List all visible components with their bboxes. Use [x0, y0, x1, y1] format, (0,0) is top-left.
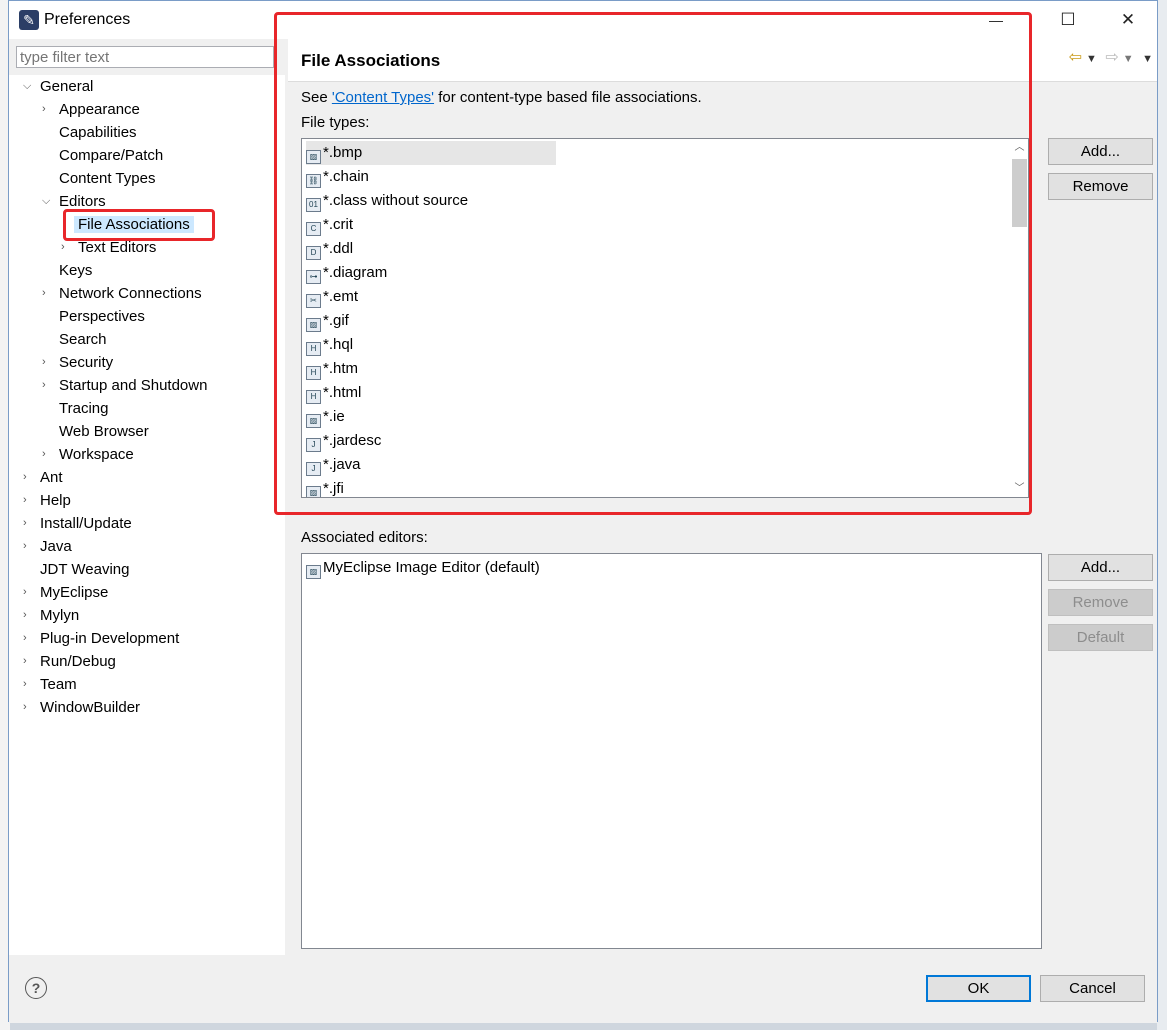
- chevron-right-icon[interactable]: ›: [42, 351, 52, 374]
- tree-item-search[interactable]: Search: [59, 328, 107, 351]
- chevron-right-icon[interactable]: ›: [42, 282, 52, 305]
- chevron-right-icon[interactable]: ›: [23, 650, 33, 673]
- window-title: Preferences: [44, 11, 131, 28]
- tree-item-web-browser[interactable]: Web Browser: [59, 420, 149, 443]
- chevron-right-icon[interactable]: ›: [23, 696, 33, 719]
- tree-item-compare-patch[interactable]: Compare/Patch: [59, 144, 163, 167]
- file-type-add-button[interactable]: Add...: [1048, 138, 1153, 165]
- chevron-right-icon[interactable]: ›: [23, 673, 33, 696]
- cancel-button[interactable]: Cancel: [1040, 975, 1145, 1002]
- editor-remove-button[interactable]: Remove: [1048, 589, 1153, 616]
- tree-item-tracing[interactable]: Tracing: [59, 397, 108, 420]
- chevron-right-icon[interactable]: ›: [23, 627, 33, 650]
- ok-button[interactable]: OK: [926, 975, 1031, 1002]
- tree-item-content-types[interactable]: Content Types: [59, 167, 155, 190]
- tree-item-perspectives[interactable]: Perspectives: [59, 305, 145, 328]
- dialog-footer: ? OK Cancel: [9, 959, 1157, 1023]
- editor-default-button[interactable]: Default: [1048, 624, 1153, 651]
- maximize-button[interactable]: ☐: [1045, 1, 1091, 39]
- annotation-box-tree-item: [63, 209, 215, 241]
- associated-editors-list[interactable]: ▨ MyEclipse Image Editor (default): [301, 553, 1042, 949]
- forward-arrow-icon[interactable]: ⇨: [1105, 47, 1118, 67]
- background-app-strip-right: [1157, 0, 1167, 1030]
- eclipse-app-icon: ✎: [19, 10, 39, 30]
- chevron-right-icon[interactable]: ›: [42, 443, 52, 466]
- tree-item-keys[interactable]: Keys: [59, 259, 92, 282]
- image-editor-icon: ▨: [306, 565, 321, 579]
- view-menu-icon[interactable]: ▼: [1142, 53, 1153, 65]
- chevron-down-icon[interactable]: ⌵: [42, 190, 52, 213]
- chevron-right-icon[interactable]: ›: [42, 98, 52, 121]
- tree-item-capabilities[interactable]: Capabilities: [59, 121, 137, 144]
- tree-item-jdt-weaving[interactable]: JDT Weaving: [40, 558, 129, 581]
- annotation-box-page: [274, 12, 1032, 515]
- chevron-down-icon[interactable]: ⌵: [23, 75, 33, 98]
- filter-input[interactable]: [16, 46, 274, 68]
- file-type-remove-button[interactable]: Remove: [1048, 173, 1153, 200]
- chevron-right-icon[interactable]: ›: [23, 466, 33, 489]
- list-item[interactable]: ▨ MyEclipse Image Editor (default): [306, 556, 540, 580]
- forward-dropdown-icon[interactable]: ▼: [1123, 53, 1134, 65]
- chevron-right-icon[interactable]: ›: [23, 535, 33, 558]
- chevron-right-icon[interactable]: ›: [23, 581, 33, 604]
- preference-tree: ⌵ General › Appearance Capabilities Comp…: [9, 75, 285, 955]
- chevron-right-icon[interactable]: ›: [23, 512, 33, 535]
- preferences-dialog: ✎ Preferences — ☐ ✕ ⌵ General › Appearan…: [8, 0, 1158, 1023]
- back-dropdown-icon[interactable]: ▼: [1086, 53, 1097, 65]
- back-arrow-icon[interactable]: ⇦: [1069, 47, 1082, 67]
- close-button[interactable]: ✕: [1105, 1, 1151, 39]
- associated-editors-label: Associated editors:: [301, 529, 428, 546]
- help-icon[interactable]: ?: [25, 977, 47, 999]
- history-nav: ⇦ ▼ ⇨ ▼ ▼: [1065, 47, 1153, 67]
- chevron-right-icon[interactable]: ›: [42, 374, 52, 397]
- chevron-right-icon[interactable]: ›: [23, 489, 33, 512]
- editor-add-button[interactable]: Add...: [1048, 554, 1153, 581]
- chevron-right-icon[interactable]: ›: [23, 604, 33, 627]
